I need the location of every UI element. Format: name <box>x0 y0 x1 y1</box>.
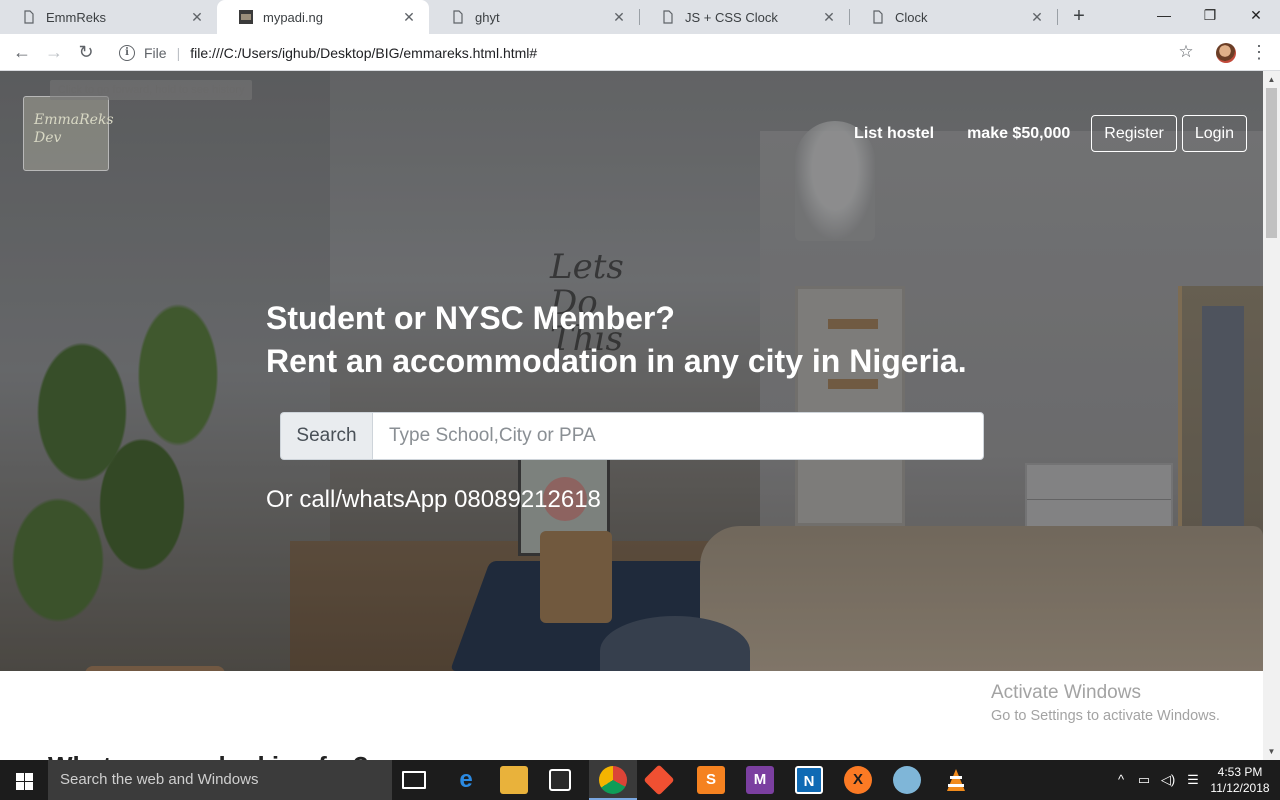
action-center-icon[interactable]: ☰ <box>1182 760 1204 800</box>
profile-avatar[interactable] <box>1216 43 1236 63</box>
close-window-button[interactable]: ✕ <box>1233 0 1279 30</box>
close-icon[interactable]: ✕ <box>189 9 205 26</box>
menu-dots-icon[interactable]: ⋮ <box>1250 40 1268 64</box>
taskbar-clock[interactable]: 4:53 PM 11/12/2018 <box>1206 764 1274 796</box>
browser-tab-strip: EmmReks ✕ mypadi.ng ✕ ghyt ✕ JS + CSS Cl… <box>0 0 1280 34</box>
contact-callout: Or call/whatsApp 08089212618 <box>266 486 601 513</box>
network-icon[interactable]: ▭ <box>1134 760 1154 800</box>
activate-windows-watermark: Activate Windows Go to Settings to activ… <box>991 681 1220 727</box>
file-explorer-icon[interactable] <box>500 766 528 794</box>
headline-line: Rent an accommodation in any city in Nig… <box>266 343 967 379</box>
close-icon[interactable]: ✕ <box>1029 9 1045 26</box>
close-icon[interactable]: ✕ <box>401 9 417 26</box>
search-addon-label[interactable]: Search <box>280 412 372 460</box>
hero-headline: Student or NYSC Member? Rent an accommod… <box>266 297 967 383</box>
browser-toolbar: ← → ↻ i File | file:///C:/Users/ighub/De… <box>0 34 1280 71</box>
volume-icon[interactable]: ◁) <box>1158 760 1178 800</box>
windows-start-icon[interactable] <box>0 760 48 800</box>
close-icon[interactable]: ✕ <box>611 9 627 26</box>
address-bar[interactable]: i File | file:///C:/Users/ighub/Desktop/… <box>108 38 1204 67</box>
hero-section: Lets Do This EmmaReks Dev Click to go fo… <box>0 71 1263 671</box>
scroll-down-icon[interactable]: ▼ <box>1263 743 1280 760</box>
site-nav: List hostel make $50,000 Register Login <box>854 115 1247 152</box>
tab-title: JS + CSS Clock <box>685 9 778 25</box>
url-divider: | <box>176 44 181 61</box>
logo-line: Dev <box>34 130 62 146</box>
logo-line: EmmaReks <box>34 112 114 128</box>
tab-title: ghyt <box>475 9 500 25</box>
document-icon <box>24 10 34 24</box>
back-button-tooltip: Click to go forward, hold to see history <box>50 80 253 100</box>
search-input[interactable] <box>372 412 984 460</box>
tab-title: EmmReks <box>46 9 106 25</box>
restore-button[interactable]: ❐ <box>1187 0 1233 30</box>
tab-emmreks[interactable]: EmmReks ✕ <box>0 0 217 34</box>
nav-list-hostel[interactable]: List hostel <box>854 125 934 143</box>
login-button[interactable]: Login <box>1181 115 1247 152</box>
paint-icon[interactable] <box>893 766 921 794</box>
page-viewport: Lets Do This EmmaReks Dev Click to go fo… <box>0 71 1263 760</box>
page-scrollbar[interactable]: ▲ ▼ <box>1263 71 1280 760</box>
windows-taskbar: Search the web and Windows e S M N X ^ ▭… <box>0 760 1280 800</box>
site-logo[interactable]: EmmaReks Dev <box>23 96 114 171</box>
app-m-icon[interactable]: M <box>746 766 774 794</box>
section-title: What are you looking for? <box>48 751 369 760</box>
document-icon <box>453 10 463 24</box>
clock-time: 4:53 PM <box>1217 765 1263 779</box>
tab-clock[interactable]: Clock ✕ <box>849 0 1057 34</box>
search-group: Search <box>280 412 984 460</box>
tab-ghyt[interactable]: ghyt ✕ <box>429 0 639 34</box>
taskbar-search-box[interactable]: Search the web and Windows <box>48 760 392 800</box>
url-scheme-label: File <box>144 44 167 61</box>
scroll-up-icon[interactable]: ▲ <box>1263 71 1280 88</box>
scrollbar-thumb[interactable] <box>1266 88 1277 238</box>
edge-icon[interactable]: e <box>452 766 480 794</box>
close-icon[interactable]: ✕ <box>821 9 837 26</box>
document-icon <box>873 10 883 24</box>
activate-title: Activate Windows <box>991 682 1141 703</box>
document-icon <box>663 10 673 24</box>
xampp-icon[interactable]: X <box>844 766 872 794</box>
register-button[interactable]: Register <box>1091 115 1177 152</box>
tray-chevron-up-icon[interactable]: ^ <box>1112 760 1130 800</box>
tab-mypadi[interactable]: mypadi.ng ✕ <box>217 0 429 34</box>
task-view-icon[interactable] <box>402 771 426 789</box>
url-text[interactable]: file:///C:/Users/ighub/Desktop/BIG/emmar… <box>190 45 537 61</box>
chrome-icon[interactable] <box>599 766 627 794</box>
tab-title: Clock <box>895 9 928 25</box>
tab-separator <box>1057 9 1058 25</box>
site-favicon-icon <box>239 10 253 24</box>
tab-title: mypadi.ng <box>263 9 323 25</box>
activate-subtitle: Go to Settings to activate Windows. <box>991 708 1220 724</box>
vlc-icon[interactable] <box>942 766 970 794</box>
new-tab-button[interactable]: + <box>1068 5 1090 27</box>
store-icon[interactable] <box>549 769 571 791</box>
info-icon[interactable]: i <box>119 44 135 61</box>
git-icon[interactable] <box>643 764 675 796</box>
forward-arrow-icon[interactable]: → <box>42 40 66 64</box>
sublime-text-icon[interactable]: S <box>697 766 725 794</box>
minimize-button[interactable]: — <box>1141 0 1187 30</box>
headline-line: Student or NYSC Member? <box>266 300 675 336</box>
tab-js-css-clock[interactable]: JS + CSS Clock ✕ <box>639 0 849 34</box>
nav-make-money[interactable]: make $50,000 <box>967 125 1070 143</box>
bookmark-star-icon[interactable]: ☆ <box>1174 40 1198 64</box>
back-arrow-icon[interactable]: ← <box>10 40 34 64</box>
reload-icon[interactable]: ↻ <box>74 40 98 64</box>
app-n-icon[interactable]: N <box>795 766 823 794</box>
clock-date: 11/12/2018 <box>1210 781 1270 795</box>
